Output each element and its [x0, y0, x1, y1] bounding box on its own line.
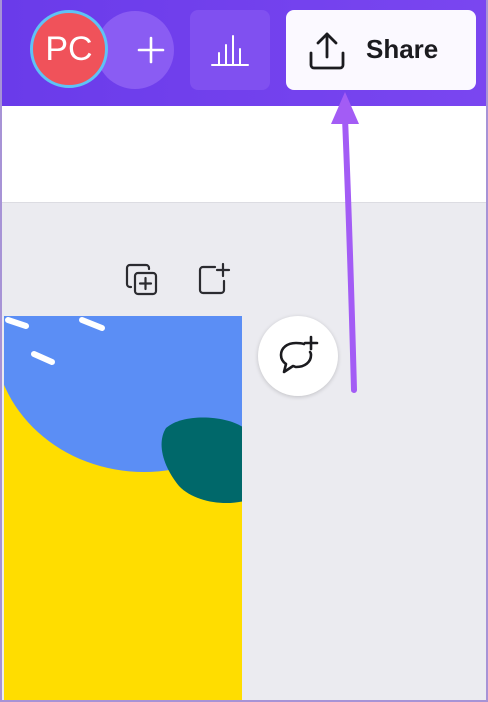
add-comment-button[interactable]	[258, 316, 338, 396]
add-page-icon[interactable]	[196, 262, 232, 298]
design-artwork	[4, 316, 242, 700]
top-bar: PC Share	[2, 0, 486, 106]
duplicate-page-icon[interactable]	[124, 262, 160, 298]
share-button[interactable]: Share	[286, 10, 476, 90]
add-comment-icon	[279, 335, 319, 374]
editor-window: PC Share	[0, 0, 488, 702]
plus-icon	[137, 36, 165, 64]
avatar-initials: PC	[45, 29, 93, 68]
bar-chart-icon	[211, 35, 249, 66]
insights-button[interactable]	[190, 10, 270, 90]
share-button-label: Share	[366, 34, 439, 64]
editor-toolbar-area	[2, 106, 486, 203]
user-avatar[interactable]: PC	[30, 10, 108, 88]
upload-icon	[309, 32, 345, 70]
design-page-thumbnail[interactable]	[4, 316, 242, 700]
